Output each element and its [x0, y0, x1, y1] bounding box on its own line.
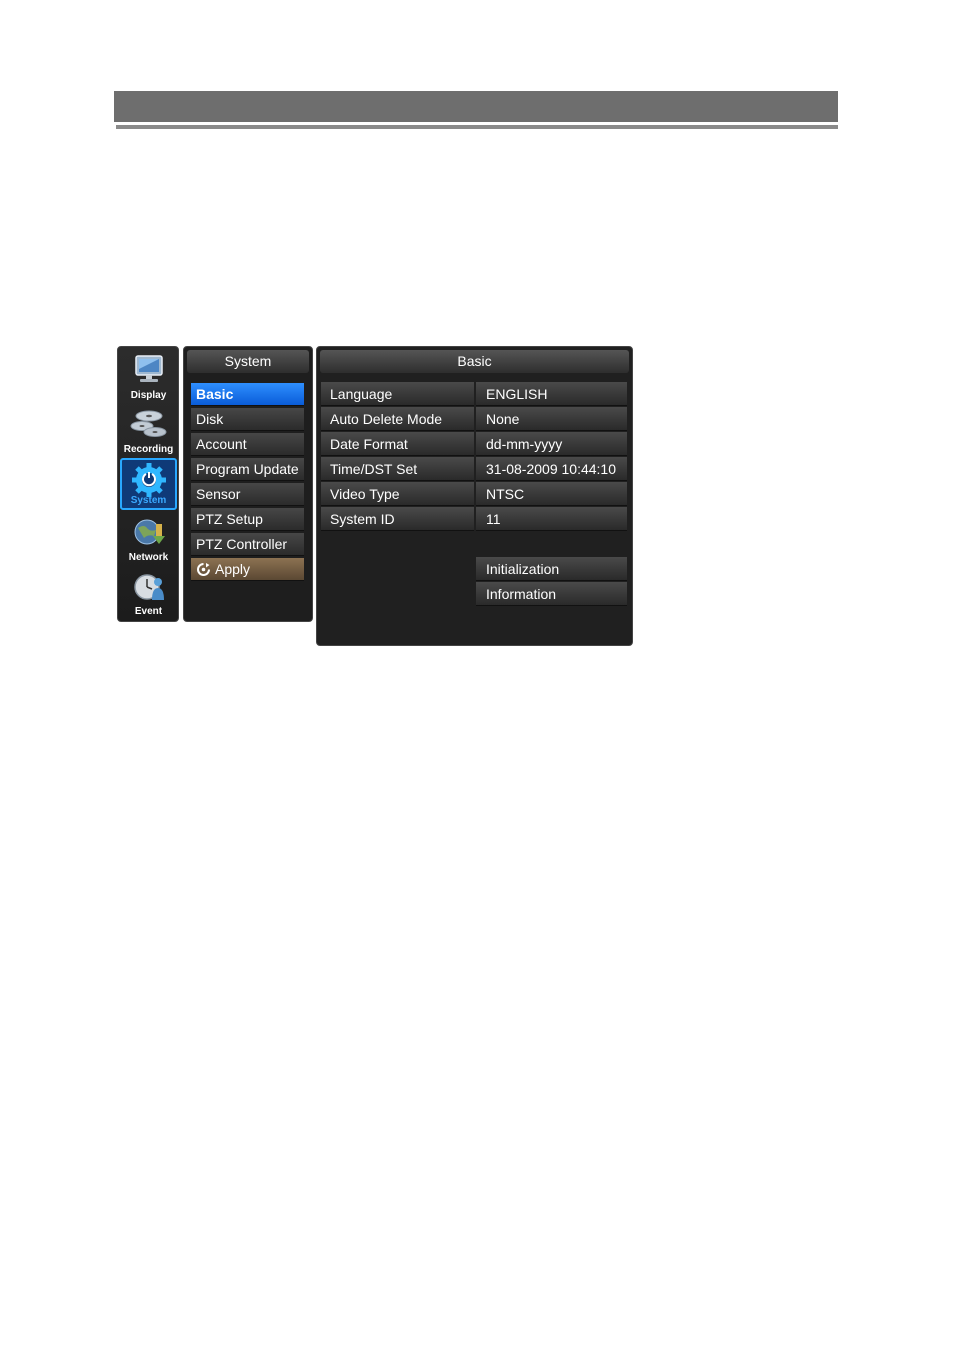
category-sidebar: Display Recording System Network Event	[117, 346, 179, 622]
page-header-bar	[114, 91, 838, 122]
gear-icon	[131, 463, 166, 497]
submenu-item-disk[interactable]: Disk	[191, 408, 304, 431]
category-label: Network	[128, 552, 169, 563]
time-dst-value[interactable]: 31-08-2009 10:44:10	[476, 457, 627, 481]
video-type-value[interactable]: NTSC	[476, 482, 627, 506]
auto-delete-mode-value[interactable]: None	[476, 407, 627, 431]
clock-person-icon	[133, 574, 164, 600]
setting-row-date-format: Date Format dd-mm-yyyy	[321, 432, 627, 456]
category-label: System	[130, 495, 167, 506]
apply-label: Apply	[215, 561, 251, 577]
setting-label: Language	[321, 382, 474, 406]
submenu-item-sensor[interactable]: Sensor	[191, 483, 304, 506]
system-id-value[interactable]: 11	[476, 507, 627, 531]
setting-row-language: Language ENGLISH	[321, 382, 627, 406]
monitor-icon	[134, 355, 163, 382]
date-format-value[interactable]: dd-mm-yyyy	[476, 432, 627, 456]
language-value[interactable]: ENGLISH	[476, 382, 627, 406]
setting-label: Time/DST Set	[321, 457, 474, 481]
category-label: Event	[134, 606, 163, 617]
setting-row-time-dst: Time/DST Set 31-08-2009 10:44:10	[321, 457, 627, 481]
submenu-item-program-update[interactable]: Program Update	[191, 458, 304, 481]
setting-row-system-id: System ID 11	[321, 507, 627, 531]
apply-icon	[197, 562, 210, 576]
submenu-item-ptz-controller[interactable]: PTZ Controller	[191, 533, 304, 556]
setting-label: Video Type	[321, 482, 474, 506]
panel-title: Basic	[320, 350, 629, 373]
setting-label: Auto Delete Mode	[321, 407, 474, 431]
submenu-item-ptz-setup[interactable]: PTZ Setup	[191, 508, 304, 531]
category-network[interactable]: Network	[120, 513, 177, 565]
disk-stack-icon	[130, 410, 166, 437]
basic-settings-panel: Basic Language ENGLISH Auto Delete Mode …	[316, 346, 633, 646]
category-label: Display	[130, 390, 167, 401]
category-recording[interactable]: Recording	[120, 405, 177, 457]
submenu-item-basic[interactable]: Basic	[191, 383, 304, 406]
setting-label: System ID	[321, 507, 474, 531]
system-submenu: System Basic Disk Account Program Update…	[183, 346, 313, 622]
apply-button[interactable]: Apply	[191, 558, 304, 581]
category-label: Recording	[123, 444, 174, 455]
category-system[interactable]: System	[120, 458, 177, 510]
information-button[interactable]: Information	[476, 582, 627, 606]
setting-row-auto-delete-mode: Auto Delete Mode None	[321, 407, 627, 431]
category-display[interactable]: Display	[120, 351, 177, 403]
category-event[interactable]: Event	[120, 567, 177, 619]
setting-label: Date Format	[321, 432, 474, 456]
setting-row-video-type: Video Type NTSC	[321, 482, 627, 506]
submenu-item-account[interactable]: Account	[191, 433, 304, 456]
submenu-title: System	[187, 350, 309, 373]
initialization-button[interactable]: Initialization	[476, 557, 627, 581]
header-rule	[116, 125, 838, 129]
globe-icon	[134, 519, 165, 545]
